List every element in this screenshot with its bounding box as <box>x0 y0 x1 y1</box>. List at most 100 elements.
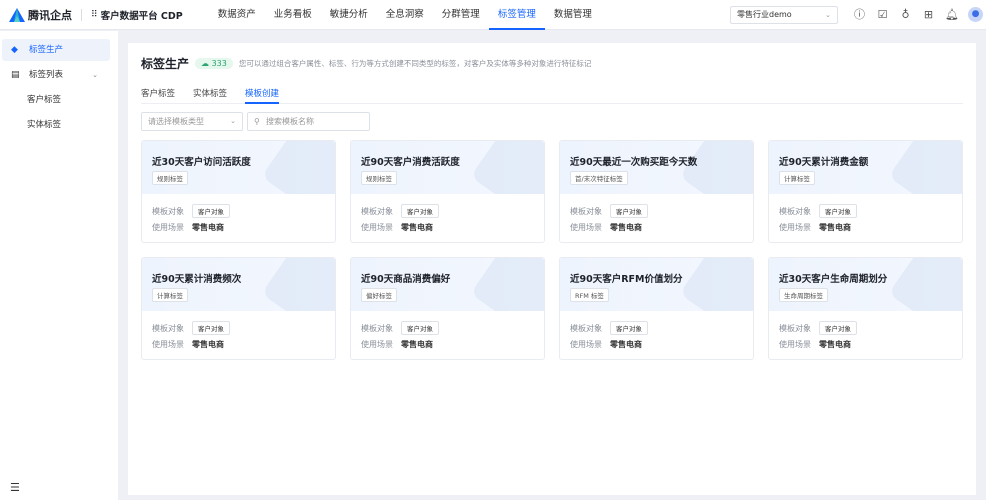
template-card[interactable]: 近90天客户RFM价值划分 RFM 标签 模板对象 客户对象 使用场景 零售电商 <box>559 257 754 360</box>
nav-item[interactable]: 业务看板 <box>265 0 321 30</box>
object-badge: 客户对象 <box>192 321 230 335</box>
bell-icon[interactable]: 🔔︎ <box>945 8 959 21</box>
nav-item[interactable]: 标签管理 <box>488 0 545 30</box>
object-label: 模板对象 <box>361 206 393 216</box>
tag-type-badge: RFM 标签 <box>570 288 609 302</box>
sidebar-item-customer-tags[interactable]: 客户标签 <box>2 89 110 111</box>
chevron-down-icon: ⌄ <box>92 71 98 79</box>
tag-type-badge: 规则标签 <box>152 171 188 185</box>
scene-value: 零售电商 <box>192 339 224 349</box>
object-label: 模板对象 <box>779 323 811 333</box>
template-card[interactable]: 近90天累计消费金额 计算标签 模板对象 客户对象 使用场景 零售电商 <box>768 140 963 243</box>
card-title: 近30天客户生命周期划分 <box>779 274 888 285</box>
scene-value: 零售电商 <box>192 222 224 232</box>
card-title: 近90天商品消费偏好 <box>361 274 451 285</box>
tag-type-badge: 首/末次特征标签 <box>570 171 628 185</box>
scene-label: 使用场景 <box>152 339 184 349</box>
template-card[interactable]: 近30天客户生命周期划分 生命周期标签 模板对象 客户对象 使用场景 零售电商 <box>768 257 963 360</box>
sidebar-item-tag-list[interactable]: ▤ 标签列表 ⌄ <box>2 64 110 86</box>
object-badge: 客户对象 <box>192 204 230 218</box>
card-header: 近30天客户访问活跃度 规则标签 <box>142 141 335 194</box>
template-card[interactable]: 近90天累计消费频次 计算标签 模板对象 客户对象 使用场景 零售电商 <box>141 257 336 360</box>
scene-label: 使用场景 <box>779 222 811 232</box>
tab-customer-tags[interactable]: 客户标签 <box>141 87 175 104</box>
nav-item[interactable]: 数据管理 <box>545 0 601 30</box>
scene-label: 使用场景 <box>361 222 393 232</box>
help-icon[interactable]: ⓘ <box>853 8 866 21</box>
sidebar-item-label: 标签列表 <box>29 70 64 80</box>
avatar[interactable]: ● <box>968 7 983 22</box>
count-value: 333 <box>211 59 227 68</box>
card-title: 近90天最近一次购买距今天数 <box>570 157 698 168</box>
scene-value: 零售电商 <box>819 339 851 349</box>
nav-item[interactable]: 分群管理 <box>433 0 489 30</box>
object-badge: 客户对象 <box>610 321 648 335</box>
chevron-down-icon: ⌄ <box>825 11 831 19</box>
top-bar: 腾讯企点 ⠿ 客户数据平台 CDP 数据资产 业务看板 敏捷分析 全息洞察 分群管理 标签… <box>0 0 986 30</box>
chevron-down-icon: ⌄ <box>230 117 236 125</box>
object-label: 模板对象 <box>361 323 393 333</box>
tag-type-badge: 生命周期标签 <box>779 288 828 302</box>
card-header: 近30天客户生命周期划分 生命周期标签 <box>769 258 962 311</box>
tab-template-create[interactable]: 模板创建 <box>245 87 280 104</box>
template-type-select[interactable]: 请选择模板类型 ⌄ <box>141 112 243 131</box>
object-label: 模板对象 <box>779 206 811 216</box>
template-card[interactable]: 近90天最近一次购买距今天数 首/末次特征标签 模板对象 客户对象 使用场景 零售电商 <box>559 140 754 243</box>
nav-item[interactable]: 敏捷分析 <box>321 0 377 30</box>
tag-icon: ◆ <box>11 45 18 55</box>
card-header: 近90天累计消费频次 计算标签 <box>142 258 335 311</box>
nav-item[interactable]: 数据资产 <box>209 0 265 30</box>
page-description: 您可以通过组合客户属性、标签、行为等方式创建不同类型的标签，对客户及实体等多种对… <box>238 59 592 68</box>
scene-value: 零售电商 <box>401 222 433 232</box>
object-label: 模板对象 <box>570 206 602 216</box>
nav-item[interactable]: 全息洞察 <box>377 0 433 30</box>
object-label: 模板对象 <box>570 323 602 333</box>
card-header: 近90天最近一次购买距今天数 首/末次特征标签 <box>560 141 753 194</box>
clipboard-check-icon[interactable]: ☑ <box>876 8 889 21</box>
object-label: 模板对象 <box>152 323 184 333</box>
apps-icon[interactable]: ⠿ <box>91 10 98 20</box>
tag-type-badge: 计算标签 <box>152 288 188 302</box>
card-title: 近90天客户RFM价值划分 <box>570 274 683 285</box>
object-badge: 客户对象 <box>819 321 857 335</box>
scene-value: 零售电商 <box>401 339 433 349</box>
sidebar-item-label: 客户标签 <box>27 95 62 105</box>
count-badge: ☁ 333 <box>195 58 233 69</box>
tab-entity-tags[interactable]: 实体标签 <box>193 87 227 104</box>
tabs: 客户标签 实体标签 模板创建 <box>141 87 963 104</box>
card-title: 近90天累计消费金额 <box>779 157 869 168</box>
scene-value: 零售电商 <box>610 339 642 349</box>
main-nav: 数据资产 业务看板 敏捷分析 全息洞察 分群管理 标签管理 数据管理 <box>209 0 601 30</box>
card-title: 近90天累计消费频次 <box>152 274 242 285</box>
document-icon: ▤ <box>11 70 20 80</box>
card-title: 近90天客户消费活跃度 <box>361 157 460 168</box>
scene-value: 零售电商 <box>610 222 642 232</box>
template-card[interactable]: 近90天客户消费活跃度 规则标签 模板对象 客户对象 使用场景 零售电商 <box>350 140 545 243</box>
object-label: 模板对象 <box>152 206 184 216</box>
tag-type-badge: 计算标签 <box>779 171 815 185</box>
logo[interactable]: 腾讯企点 <box>9 7 72 23</box>
main-panel: 标签生产 ☁ 333 您可以通过组合客户属性、标签、行为等方式创建不同类型的标签… <box>128 43 976 495</box>
object-badge: 客户对象 <box>401 204 439 218</box>
page-title: 标签生产 <box>141 57 190 71</box>
object-badge: 客户对象 <box>401 321 439 335</box>
tenant-select[interactable]: 零售行业demo ⌄ <box>730 6 838 24</box>
apps-grid-icon[interactable]: ⊞ <box>922 8 935 21</box>
template-grid: 近30天客户访问活跃度 规则标签 模板对象 客户对象 使用场景 零售电商 近90天客户消… <box>141 140 963 360</box>
scene-label: 使用场景 <box>152 222 184 232</box>
sidebar-item-entity-tags[interactable]: 实体标签 <box>2 114 110 136</box>
collapse-sidebar-icon[interactable]: ☰ <box>10 481 20 494</box>
sidebar: ◆ 标签生产 ▤ 标签列表 ⌄ 客户标签 实体标签 ☰ <box>0 31 118 500</box>
card-header: 近90天客户RFM价值划分 RFM 标签 <box>560 258 753 311</box>
card-header: 近90天累计消费金额 计算标签 <box>769 141 962 194</box>
template-card[interactable]: 近90天商品消费偏好 偏好标签 模板对象 客户对象 使用场景 零售电商 <box>350 257 545 360</box>
template-search-input[interactable]: ⚲ 搜索模板名称 <box>247 112 370 131</box>
sidebar-item-tag-production[interactable]: ◆ 标签生产 <box>2 39 110 61</box>
logo-icon <box>9 7 25 22</box>
key-icon[interactable]: ♁ <box>899 8 912 21</box>
divider <box>81 8 82 21</box>
tenant-value: 零售行业demo <box>737 10 792 19</box>
sidebar-item-label: 实体标签 <box>27 120 62 130</box>
template-card[interactable]: 近30天客户访问活跃度 规则标签 模板对象 客户对象 使用场景 零售电商 <box>141 140 336 243</box>
scene-label: 使用场景 <box>361 339 393 349</box>
